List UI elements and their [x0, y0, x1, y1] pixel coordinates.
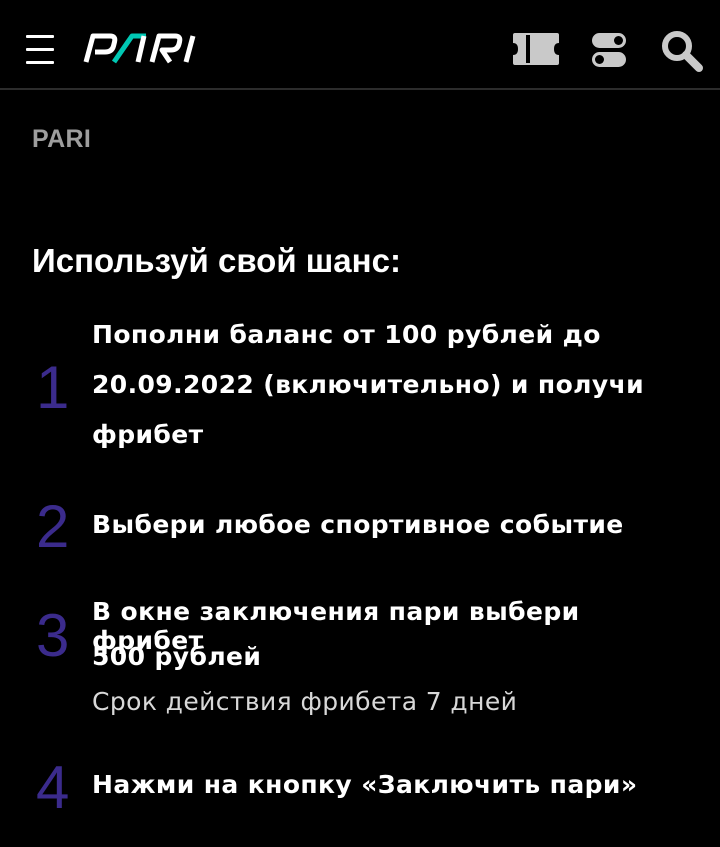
top-header: [0, 0, 720, 90]
step-number: 2: [36, 493, 70, 560]
page-title: Используй свой шанс:: [32, 242, 401, 279]
step-text-line: Выбери любое спортивное событие: [92, 510, 624, 539]
breadcrumb[interactable]: PARI: [32, 125, 91, 154]
step-number: 4: [36, 754, 70, 821]
step-text-line: 20.09.2022 (включительно) и получи: [92, 370, 645, 399]
step-number: 3: [36, 602, 70, 669]
step-text-line: Нажми на кнопку «Заключить пари»: [92, 770, 638, 799]
menu-icon[interactable]: [26, 35, 54, 65]
step-number: 1: [36, 354, 70, 421]
coupon-icon[interactable]: [511, 31, 561, 67]
pari-logo[interactable]: [80, 32, 206, 66]
search-icon[interactable]: [659, 28, 705, 74]
step-text-line: фрибет: [92, 420, 204, 449]
toggles-icon[interactable]: [590, 31, 628, 69]
step-note: Срок действия фрибета 7 дней: [92, 687, 518, 716]
step-text-line: 500 рублей: [92, 642, 262, 671]
step-text-line: Пополни баланс от 100 рублей до: [92, 320, 601, 349]
